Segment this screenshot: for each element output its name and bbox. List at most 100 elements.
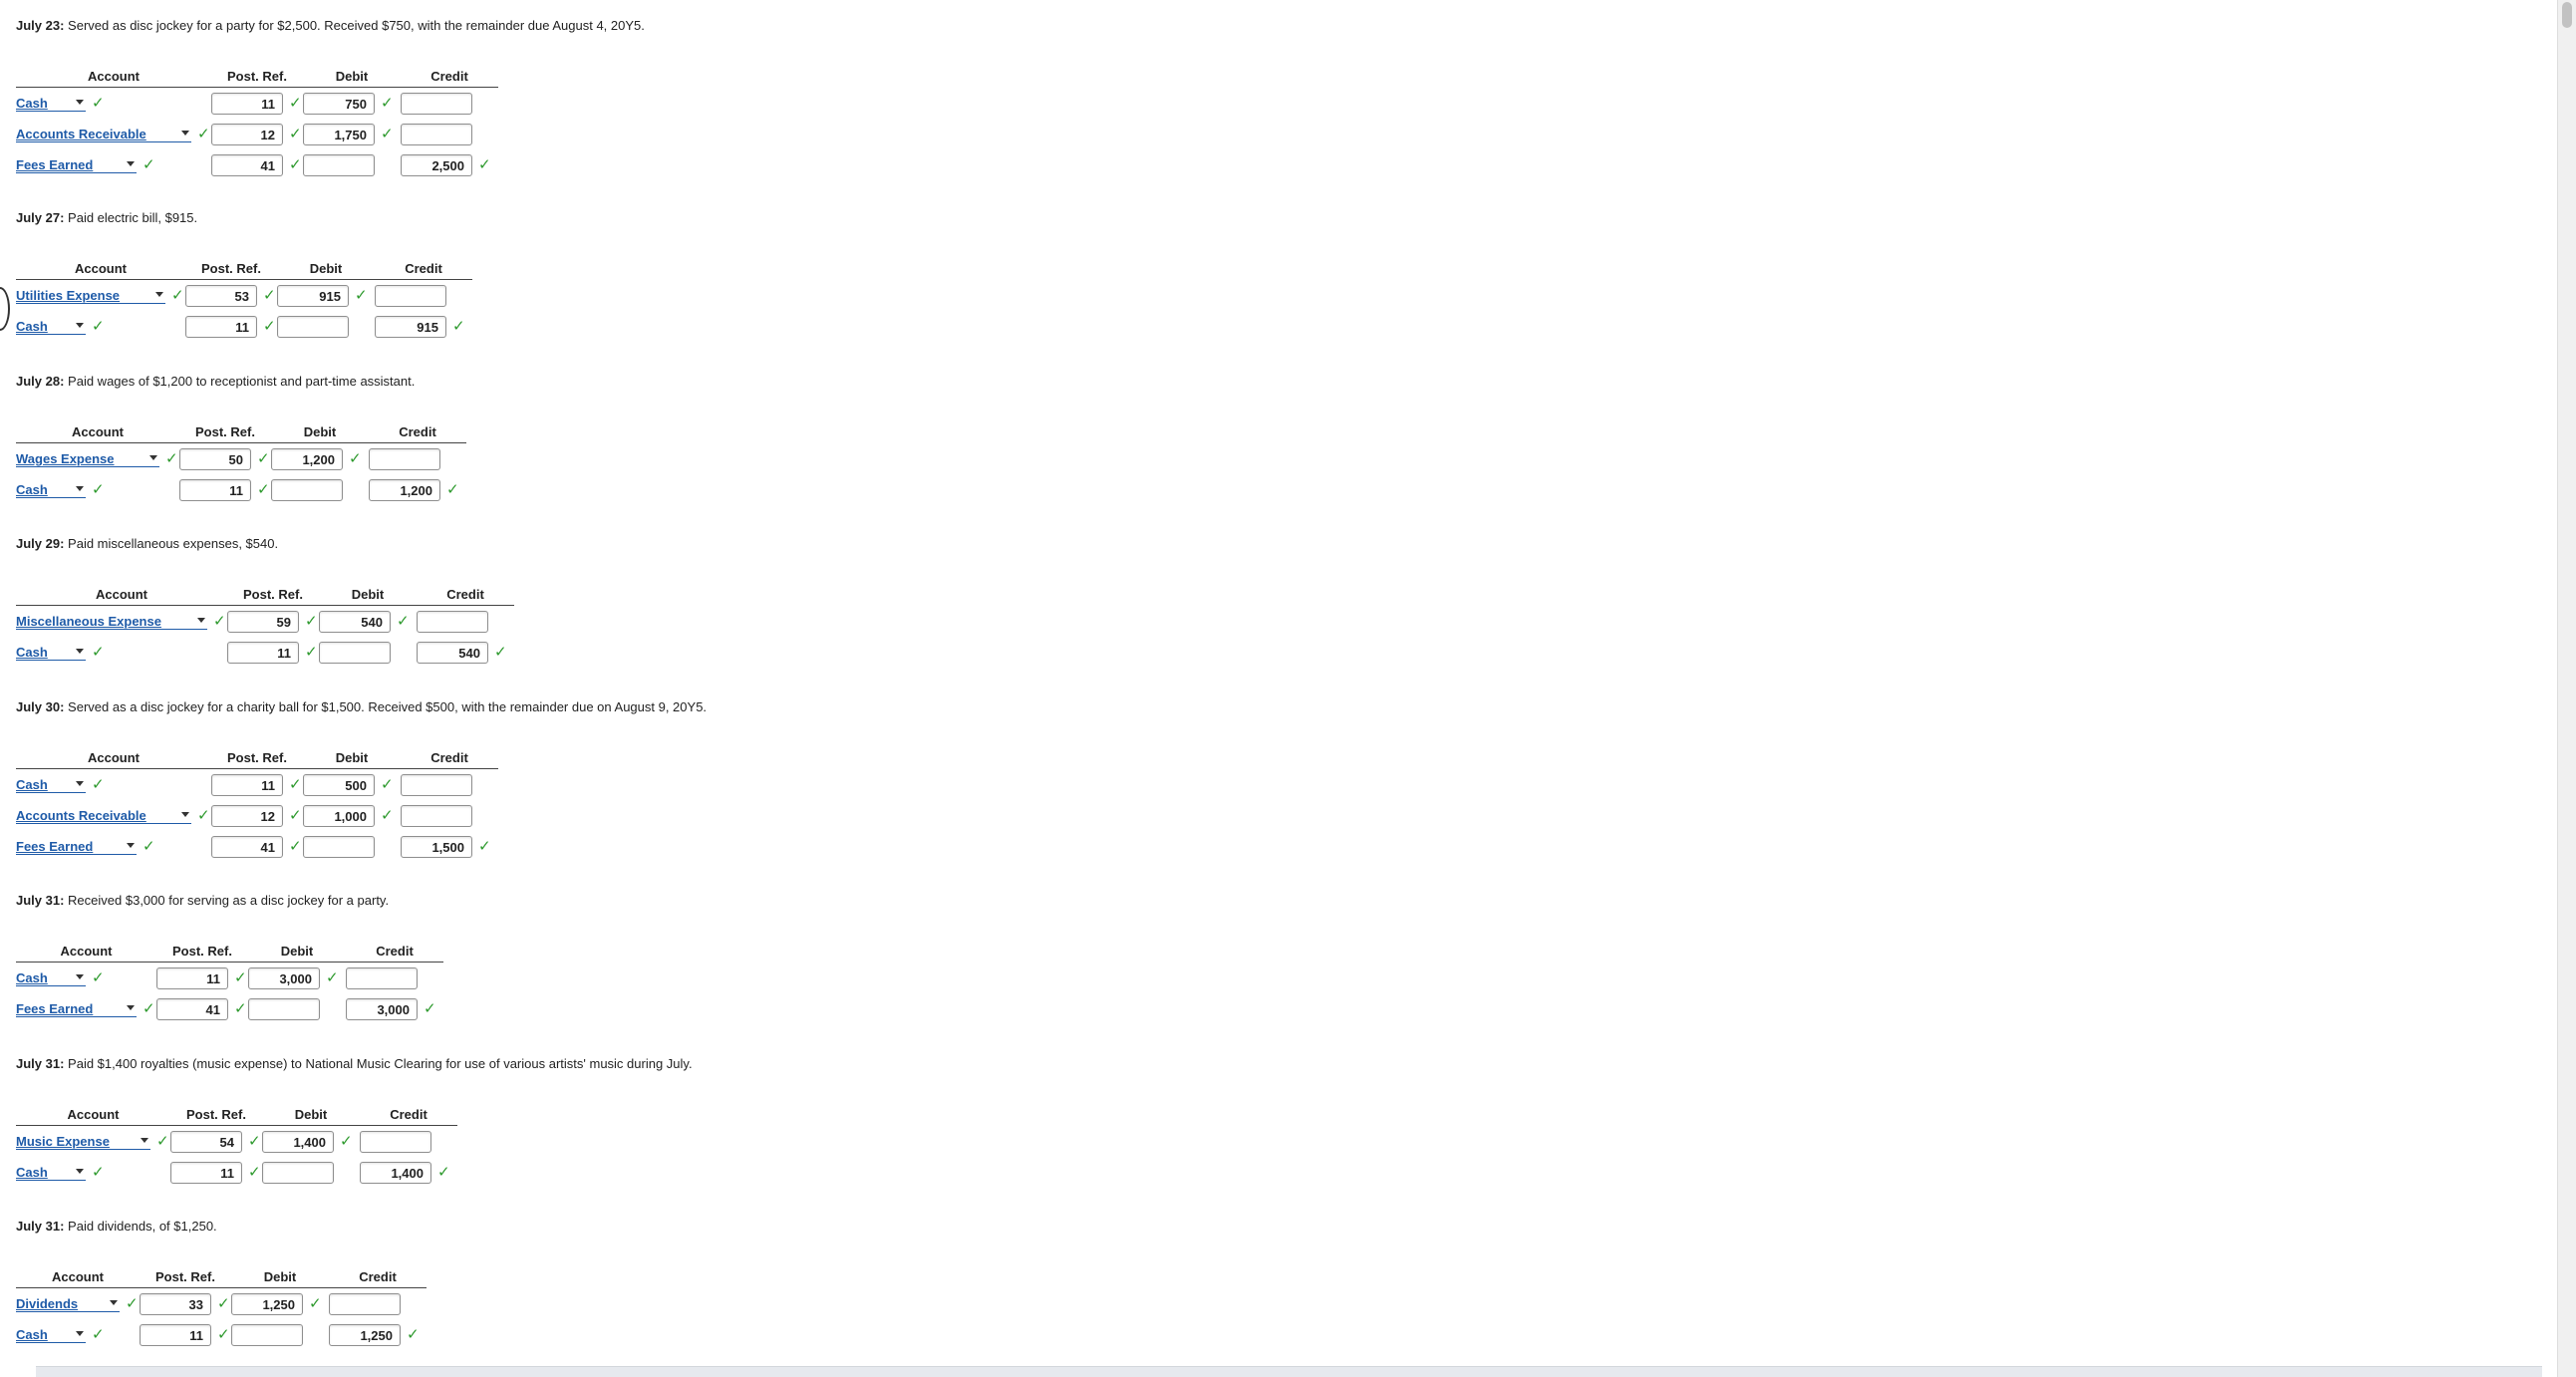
debit-input[interactable] [303,153,375,176]
post-ref-input[interactable]: 11 [179,478,251,501]
debit-input[interactable]: 1,200 [271,447,343,470]
post-ref-input[interactable]: 41 [211,835,283,858]
account-dropdown[interactable]: Fees Earned [16,1001,137,1017]
credit-input[interactable] [360,1130,431,1153]
account-dropdown[interactable]: Miscellaneous Expense [16,614,207,630]
credit-input[interactable] [401,92,472,115]
journal-row: Fees Earned ✓ 41 ✓ 3,000 ✓ [16,993,443,1024]
check-icon: ✓ [381,125,394,142]
journal-row: Accounts Receivable ✓ 12 ✓ 1,000 ✓ [16,800,498,831]
debit-input[interactable]: 3,000 [248,966,320,989]
account-label: Cash [16,319,48,334]
account-dropdown[interactable]: Fees Earned [16,839,137,855]
account-dropdown[interactable]: Utilities Expense [16,288,165,304]
credit-input[interactable]: 1,400 [360,1161,431,1184]
journal-table: Account Post. Ref. Debit Credit Cash ✓ 11… [16,942,443,1024]
side-tab-handle[interactable] [0,287,10,331]
account-dropdown[interactable]: Music Expense [16,1134,150,1150]
credit-input[interactable]: 1,250 [329,1323,401,1346]
debit-input[interactable] [271,478,343,501]
account-dropdown[interactable]: Cash [16,96,86,112]
check-icon: ✓ [92,644,105,661]
credit-input[interactable]: 3,000 [346,997,418,1020]
account-dropdown[interactable]: Cash [16,1327,86,1343]
account-dropdown[interactable]: Fees Earned [16,157,137,173]
debit-input[interactable]: 540 [319,610,391,633]
credit-input[interactable] [375,284,446,307]
post-ref-input[interactable]: 41 [156,997,228,1020]
account-dropdown[interactable]: Cash [16,645,86,661]
post-ref-input[interactable]: 11 [227,641,299,664]
post-ref-input[interactable]: 11 [211,773,283,796]
account-dropdown[interactable]: Cash [16,1165,86,1181]
post-ref-input[interactable]: 33 [140,1292,211,1315]
account-dropdown[interactable]: Cash [16,970,86,986]
credit-input[interactable]: 540 [417,641,488,664]
debit-input[interactable] [262,1161,334,1184]
account-label: Music Expense [16,1134,110,1149]
account-dropdown[interactable]: Cash [16,777,86,793]
credit-input[interactable] [346,966,418,989]
post-ref-input[interactable]: 11 [170,1161,242,1184]
account-dropdown[interactable]: Accounts Receivable [16,127,191,142]
check-icon: ✓ [92,481,105,498]
check-icon: ✓ [381,94,394,112]
account-dropdown[interactable]: Cash [16,482,86,498]
debit-input[interactable]: 1,750 [303,123,375,145]
post-ref-input[interactable]: 11 [156,966,228,989]
post-ref-input[interactable]: 11 [140,1323,211,1346]
post-ref-input[interactable]: 53 [185,284,257,307]
post-ref-input[interactable]: 12 [211,804,283,827]
account-dropdown[interactable]: Accounts Receivable [16,808,191,824]
debit-input[interactable] [303,835,375,858]
account-label: Fees Earned [16,157,94,172]
debit-input[interactable] [277,315,349,338]
credit-input[interactable]: 915 [375,315,446,338]
credit-input[interactable]: 1,500 [401,835,472,858]
debit-input[interactable]: 500 [303,773,375,796]
check-icon: ✓ [248,1163,261,1181]
credit-input[interactable] [401,804,472,827]
debit-input[interactable] [231,1323,303,1346]
post-ref-input[interactable]: 12 [211,123,283,145]
chevron-down-icon [127,1005,135,1010]
col-header-post-ref: Post. Ref. [179,422,271,443]
check-icon: ✓ [349,449,362,467]
chevron-down-icon [76,486,84,491]
credit-input[interactable]: 1,200 [369,478,440,501]
post-ref-input[interactable]: 54 [170,1130,242,1153]
post-ref-input[interactable]: 41 [211,153,283,176]
credit-input[interactable]: 2,500 [401,153,472,176]
vertical-scrollbar[interactable] [2557,0,2576,1377]
journal-row: Cash ✓ 11 ✓ 540 ✓ [16,637,514,668]
credit-input[interactable] [401,773,472,796]
col-header-credit: Credit [360,1105,457,1126]
account-dropdown[interactable]: Cash [16,319,86,335]
post-ref-input[interactable]: 59 [227,610,299,633]
debit-input[interactable]: 915 [277,284,349,307]
debit-input[interactable]: 750 [303,92,375,115]
credit-input[interactable] [369,447,440,470]
journal-table: Account Post. Ref. Debit Credit Cash ✓ 11… [16,67,498,180]
post-ref-input[interactable]: 11 [211,92,283,115]
scrollbar-thumb[interactable] [2562,2,2572,28]
account-dropdown[interactable]: Wages Expense [16,451,159,467]
account-label: Wages Expense [16,451,115,466]
check-icon: ✓ [381,806,394,824]
col-header-credit: Credit [401,67,498,88]
post-ref-input[interactable]: 11 [185,315,257,338]
check-icon: ✓ [289,125,302,142]
credit-input[interactable] [329,1292,401,1315]
debit-input[interactable] [319,641,391,664]
col-header-post-ref: Post. Ref. [211,67,303,88]
debit-input[interactable]: 1,400 [262,1130,334,1153]
journal-page: July 23: Served as disc jockey for a par… [0,0,2576,1377]
col-header-account: Account [16,1267,140,1288]
debit-input[interactable]: 1,000 [303,804,375,827]
debit-input[interactable] [248,997,320,1020]
account-dropdown[interactable]: Dividends [16,1296,120,1312]
post-ref-input[interactable]: 50 [179,447,251,470]
debit-input[interactable]: 1,250 [231,1292,303,1315]
credit-input[interactable] [401,123,472,145]
credit-input[interactable] [417,610,488,633]
